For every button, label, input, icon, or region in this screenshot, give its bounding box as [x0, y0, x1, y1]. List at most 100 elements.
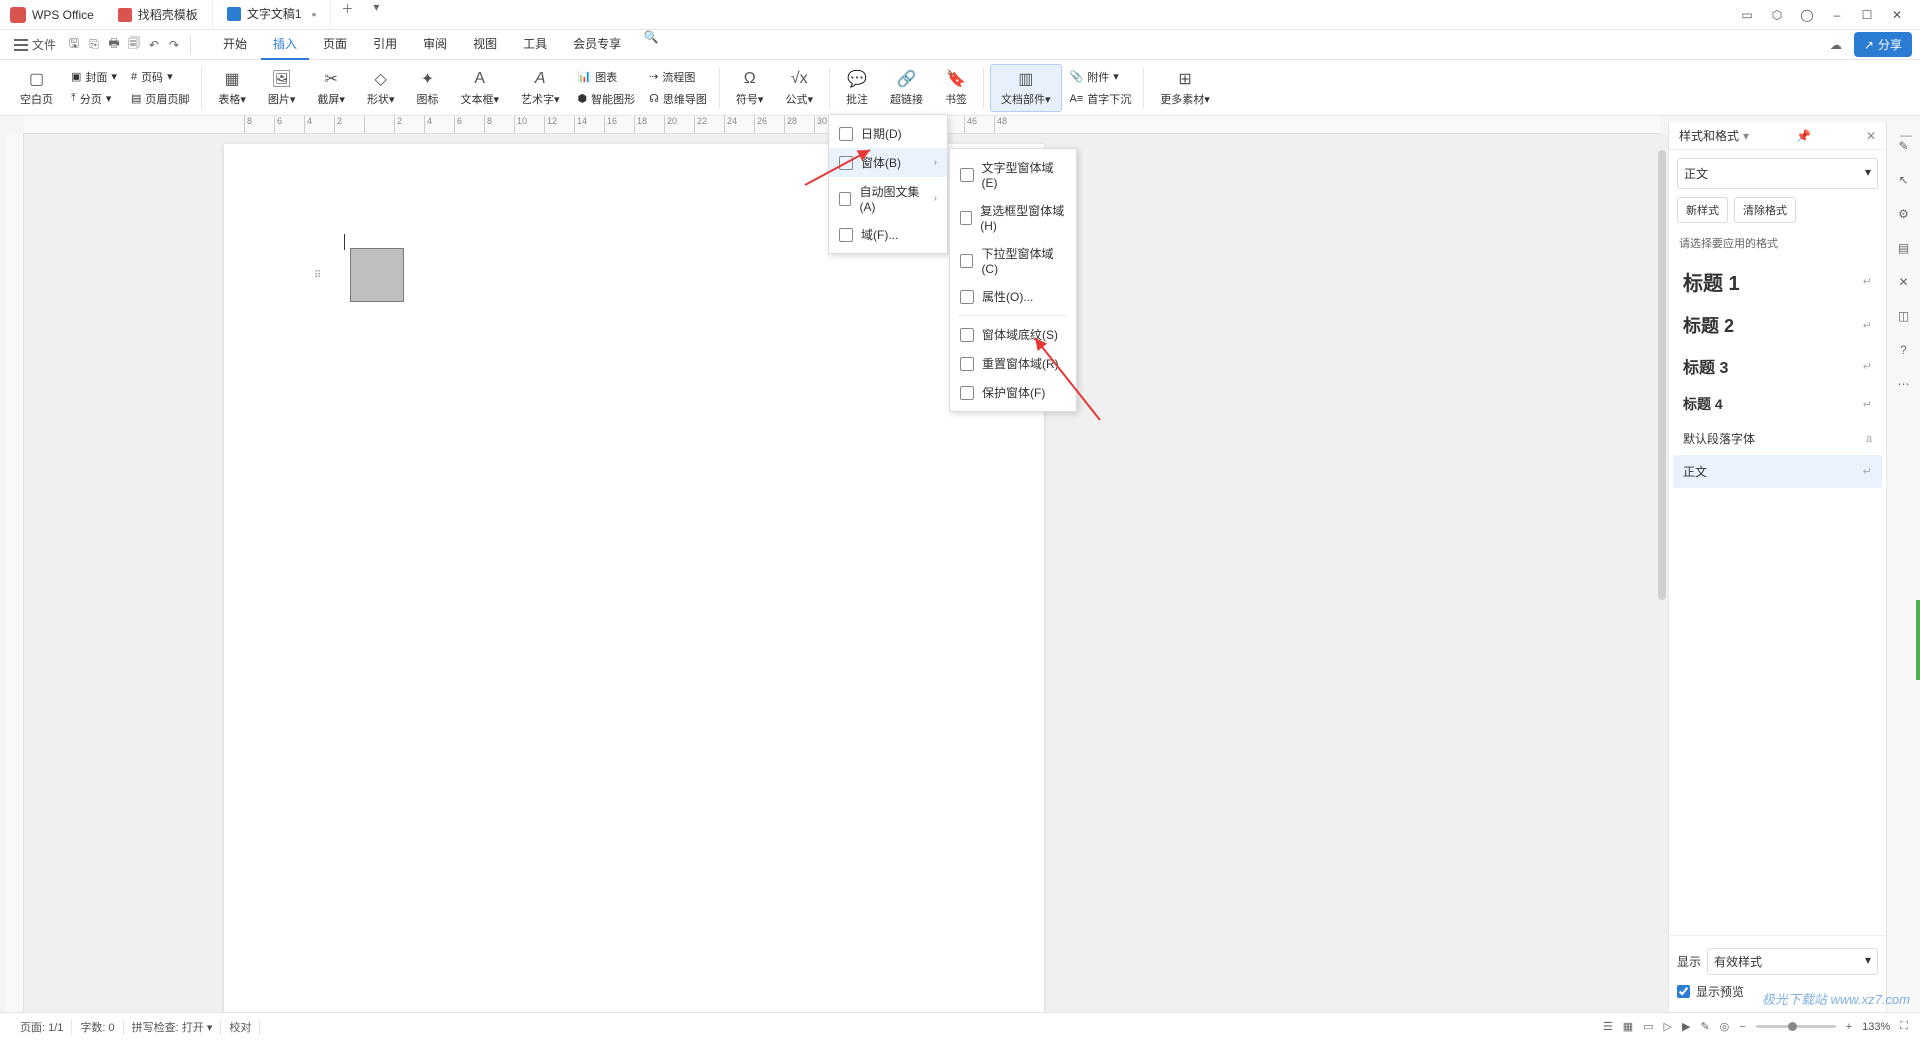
rib-formula[interactable]: √x公式▾ — [775, 65, 823, 111]
cloud-icon[interactable]: ☁ — [1828, 37, 1844, 53]
settings-icon[interactable]: ⚙ — [1894, 204, 1914, 224]
maximize-button[interactable]: ☐ — [1858, 8, 1876, 22]
help-icon[interactable]: ? — [1894, 340, 1914, 360]
rib-shape[interactable]: ◇形状▾ — [357, 65, 405, 111]
page[interactable]: ⠿ — [224, 144, 1044, 1012]
minimize-button[interactable]: – — [1828, 8, 1846, 22]
zoom-value[interactable]: 133% — [1862, 1021, 1890, 1033]
rib-textbox[interactable]: A文本框▾ — [450, 65, 509, 111]
user-avatar-icon[interactable]: ◯ — [1798, 8, 1816, 22]
show-filter-select[interactable]: 有效样式▾ — [1707, 948, 1878, 975]
rib-headerfooter[interactable]: ▤页眉页脚 — [125, 89, 195, 109]
print-icon[interactable]: 🖶 — [106, 37, 122, 53]
layers-icon[interactable]: ▤ — [1894, 238, 1914, 258]
view-tool-icon[interactable]: ✎ — [1700, 1020, 1709, 1033]
submenu-reset[interactable]: 重置窗体域(R) — [950, 349, 1076, 378]
save-icon[interactable]: 🖫 — [66, 37, 82, 53]
status-page[interactable]: 页面: 1/1 — [12, 1019, 72, 1035]
redo-icon[interactable]: ↷ — [166, 37, 182, 53]
submenu-dropdown-form[interactable]: 下拉型窗体域(C) — [950, 239, 1076, 282]
shape-rectangle[interactable] — [350, 248, 404, 302]
tab-review[interactable]: 审阅 — [411, 29, 459, 60]
style-heading4[interactable]: 标题 4↵ — [1673, 386, 1882, 422]
close-panel-icon[interactable]: ✕ — [1866, 129, 1876, 143]
status-words[interactable]: 字数: 0 — [72, 1019, 123, 1035]
share-button[interactable]: ↗ 分享 — [1854, 32, 1912, 57]
clear-format-button[interactable]: 清除格式 — [1734, 197, 1796, 223]
pin-icon[interactable]: 📌 — [1796, 129, 1811, 143]
tab-ref[interactable]: 引用 — [361, 29, 409, 60]
submenu-checkbox-form[interactable]: 复选框型窗体域(H) — [950, 196, 1076, 239]
menu-autotext[interactable]: 自动图文集(A)› — [829, 177, 947, 220]
rib-section[interactable]: ⤒分页▾ — [65, 89, 123, 109]
submenu-text-form[interactable]: 文字型窗体域(E) — [950, 153, 1076, 196]
menu-form[interactable]: 窗体(B)› — [829, 148, 947, 177]
rib-blankpage[interactable]: ▢空白页 — [10, 65, 63, 111]
tab-member[interactable]: 会员专享 — [561, 29, 633, 60]
file-menu-button[interactable]: 文件 — [8, 32, 62, 57]
close-button[interactable]: ✕ — [1888, 8, 1906, 22]
zoom-slider[interactable] — [1756, 1025, 1836, 1028]
current-style-select[interactable]: 正文 ▾ — [1677, 158, 1878, 189]
rib-chart[interactable]: 📊图表 — [572, 67, 642, 87]
rib-image[interactable]: 🖼图片▾ — [258, 65, 306, 111]
menu-date[interactable]: 日期(D) — [829, 119, 947, 148]
undo-icon[interactable]: ↶ — [146, 37, 162, 53]
submenu-protect[interactable]: 保护窗体(F) — [950, 378, 1076, 407]
ruler-vertical[interactable] — [6, 134, 24, 1012]
tab-start[interactable]: 开始 — [211, 29, 259, 60]
submenu-properties[interactable]: 属性(O)... — [950, 282, 1076, 311]
tab-templates[interactable]: 找稻壳模板 — [104, 0, 213, 29]
print-preview-icon[interactable]: 🗐 — [126, 37, 142, 53]
tab-view[interactable]: 视图 — [461, 29, 509, 60]
export-icon[interactable]: ⎘ — [86, 37, 102, 53]
zoom-in-button[interactable]: + — [1846, 1021, 1852, 1033]
rib-more[interactable]: ⊞更多素材▾ — [1150, 65, 1220, 111]
rib-dropcap[interactable]: A≡首字下沉 — [1064, 89, 1138, 109]
search-icon[interactable]: 🔍 — [643, 29, 659, 45]
rib-screenshot[interactable]: ✂截屏▾ — [307, 65, 355, 111]
view-reading-icon[interactable]: ☰ — [1603, 1020, 1613, 1033]
bookmark-rail-icon[interactable]: ◫ — [1894, 306, 1914, 326]
tools-icon[interactable]: ✕ — [1894, 272, 1914, 292]
style-default-font[interactable]: 默认段落字体a — [1673, 422, 1882, 455]
style-body[interactable]: 正文↵ — [1673, 455, 1882, 488]
view-outline-icon[interactable]: ▷ — [1664, 1020, 1672, 1033]
select-icon[interactable]: ↖ — [1894, 170, 1914, 190]
rib-comment[interactable]: 💬批注 — [836, 65, 878, 111]
style-heading1[interactable]: 标题 1↵ — [1673, 259, 1882, 304]
preview-checkbox[interactable] — [1677, 985, 1690, 998]
rib-smartart[interactable]: ⬢智能图形 — [572, 89, 642, 109]
cube-icon[interactable]: ⬡ — [1768, 8, 1786, 22]
tab-insert[interactable]: 插入 — [261, 29, 309, 60]
style-heading3[interactable]: 标题 3↵ — [1673, 346, 1882, 386]
tab-dropdown[interactable]: ▾ — [363, 0, 389, 29]
view-play-icon[interactable]: ▶ — [1682, 1020, 1690, 1033]
zoom-out-button[interactable]: − — [1739, 1021, 1745, 1033]
new-tab-button[interactable]: ＋ — [331, 0, 363, 29]
focus-icon[interactable]: ◎ — [1720, 1020, 1730, 1033]
rib-wordart[interactable]: A艺术字▾ — [511, 65, 570, 111]
panel-minimize-button[interactable]: — — [1900, 128, 1912, 142]
rib-table[interactable]: ▦表格▾ — [208, 65, 256, 111]
drag-handle-icon[interactable]: ⠿ — [314, 270, 319, 281]
status-spellcheck[interactable]: 拼写检查: 打开 ▾ — [124, 1019, 222, 1035]
vertical-scrollbar[interactable] — [1658, 150, 1666, 600]
rib-attachment[interactable]: 📎附件▾ — [1064, 67, 1138, 87]
rib-symbol[interactable]: Ω符号▾ — [726, 65, 774, 111]
rib-cover[interactable]: ▣封面▾ — [65, 67, 123, 87]
rib-docparts[interactable]: ▥文档部件▾ — [990, 64, 1062, 112]
new-style-button[interactable]: 新样式 — [1677, 197, 1728, 223]
tab-document[interactable]: 文字文稿1 • — [213, 0, 332, 29]
menu-field[interactable]: 域(F)... — [829, 220, 947, 249]
tab-tool[interactable]: 工具 — [511, 29, 559, 60]
submenu-shading[interactable]: 窗体域底纹(S) — [950, 320, 1076, 349]
more-icon[interactable]: ⋯ — [1894, 374, 1914, 394]
rib-mindmap[interactable]: ☊思维导图 — [643, 89, 713, 109]
view-print-icon[interactable]: ▦ — [1623, 1020, 1633, 1033]
tab-page[interactable]: 页面 — [311, 29, 359, 60]
status-proof[interactable]: 校对 — [221, 1019, 260, 1035]
style-heading2[interactable]: 标题 2↵ — [1673, 304, 1882, 346]
rib-flowchart[interactable]: ⇢流程图 — [643, 67, 713, 87]
reader-mode-icon[interactable]: ▭ — [1738, 8, 1756, 22]
